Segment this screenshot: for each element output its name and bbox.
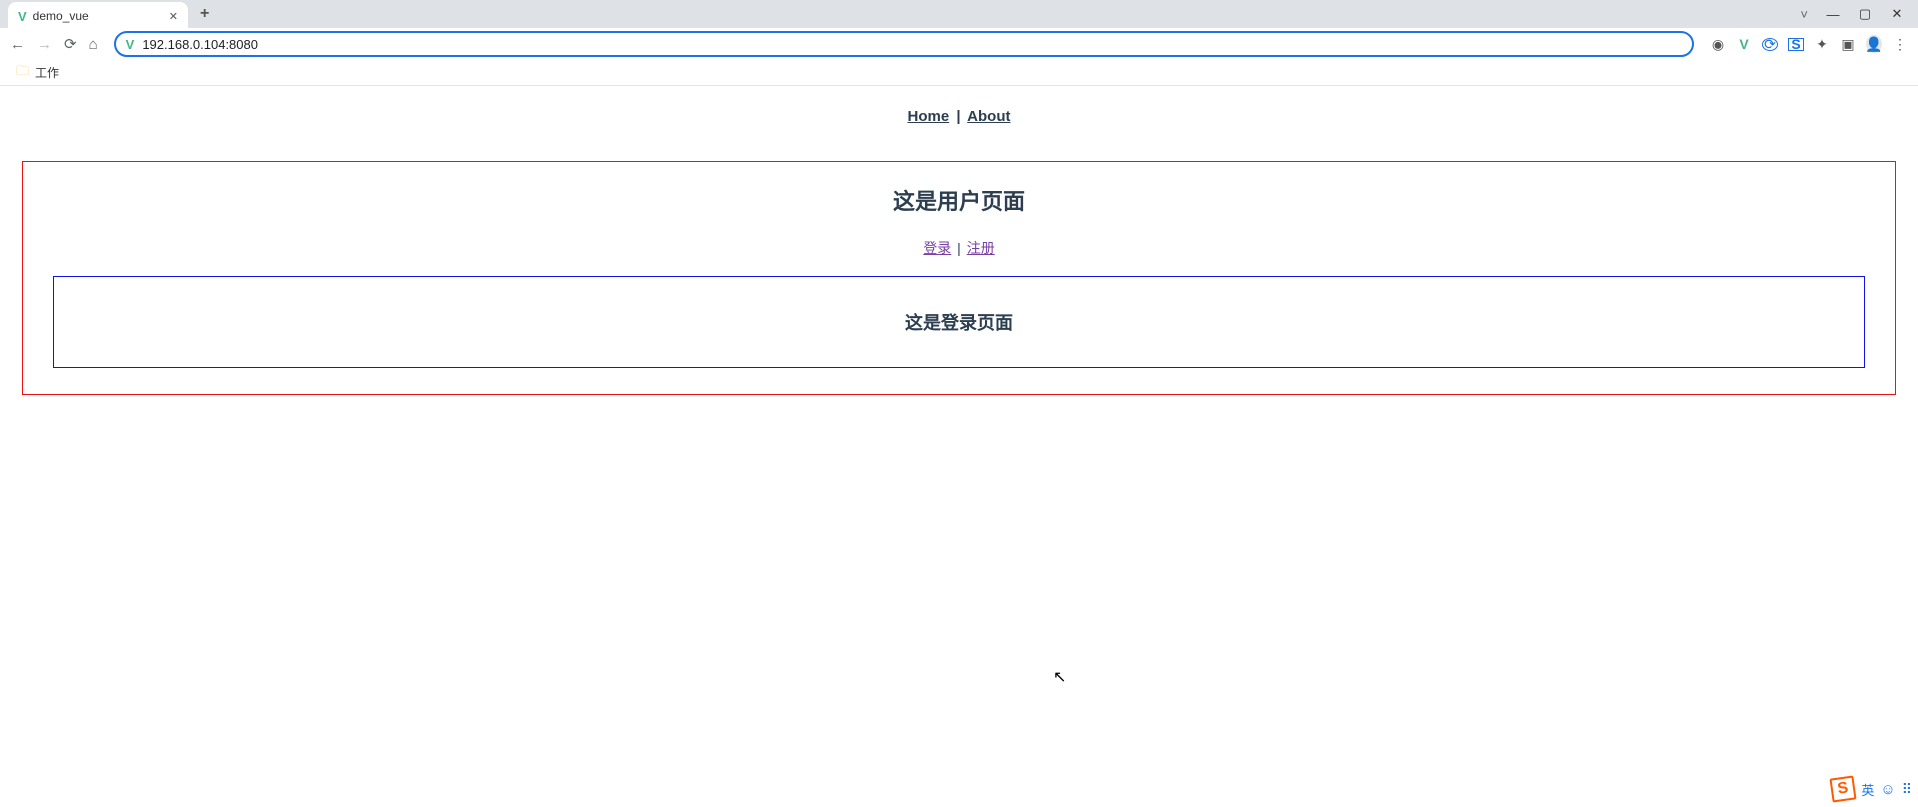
bookmarks-bar: 🗀 工作 <box>0 60 1918 86</box>
user-page-heading: 这是用户页面 <box>53 184 1865 216</box>
login-page-heading: 这是登录页面 <box>74 309 1844 335</box>
register-link[interactable]: 注册 <box>967 240 995 256</box>
user-page-box: 这是用户页面 登录 | 注册 这是登录页面 <box>22 161 1896 395</box>
auth-nav: 登录 | 注册 <box>53 238 1865 258</box>
nav-separator: | <box>956 108 960 125</box>
kebab-menu-icon[interactable]: ⋮ <box>1892 36 1908 53</box>
window-controls: ˅ — ▢ ✕ <box>1786 6 1918 22</box>
minimize-button[interactable]: — <box>1826 7 1840 22</box>
ime-tray: S 英 ☺ ⠿ <box>1831 777 1912 801</box>
extension-circle-icon[interactable]: ⟳ <box>1762 38 1778 51</box>
tab-title: demo_vue <box>33 9 89 23</box>
chevron-down-icon[interactable]: ˅ <box>1800 7 1808 22</box>
extensions-puzzle-icon[interactable]: ✦ <box>1814 36 1830 53</box>
nav-home-link[interactable]: Home <box>907 108 949 125</box>
side-panel-icon[interactable]: ▣ <box>1840 36 1856 53</box>
login-page-box: 这是登录页面 <box>53 276 1865 368</box>
maximize-button[interactable]: ▢ <box>1858 6 1872 22</box>
ime-language[interactable]: 英 <box>1861 780 1874 799</box>
site-favicon-icon: V <box>126 37 135 52</box>
vue-icon: V <box>18 9 27 24</box>
mouse-cursor-icon: ↖ <box>1053 667 1066 687</box>
back-button[interactable]: ← <box>10 36 25 53</box>
toolbar: ← → ⟳ ⌂ V ◉ V ⟳ S ✦ ▣ 👤 ⋮ <box>0 28 1918 60</box>
reload-button[interactable]: ⟳ <box>64 35 77 53</box>
close-tab-icon[interactable]: ✕ <box>169 10 178 23</box>
auth-separator: | <box>957 240 961 256</box>
extension-icon[interactable]: ◉ <box>1710 36 1726 53</box>
nav-about-link[interactable]: About <box>967 108 1010 125</box>
vue-devtools-icon[interactable]: V <box>1736 36 1752 52</box>
folder-icon: 🗀 <box>16 62 29 84</box>
address-bar[interactable]: V <box>114 31 1694 57</box>
sogou-ime-icon[interactable]: S <box>1830 775 1857 802</box>
url-input[interactable] <box>142 37 1682 52</box>
page-content: Home | About 这是用户页面 登录 | 注册 这是登录页面 <box>0 86 1918 417</box>
extension-s-icon[interactable]: S <box>1788 38 1804 51</box>
top-nav: Home | About <box>10 108 1908 125</box>
ime-emoji-icon[interactable]: ☺ <box>1880 781 1895 798</box>
close-window-button[interactable]: ✕ <box>1890 6 1904 22</box>
browser-chrome: V demo_vue ✕ + ˅ — ▢ ✕ ← → ⟳ ⌂ V ◉ V ⟳ S… <box>0 0 1918 86</box>
ime-grid-icon[interactable]: ⠿ <box>1902 781 1912 798</box>
tab-bar: V demo_vue ✕ + ˅ — ▢ ✕ <box>0 0 1918 28</box>
extension-icons: ◉ V ⟳ S ✦ ▣ 👤 ⋮ <box>1710 35 1908 53</box>
browser-tab[interactable]: V demo_vue ✕ <box>8 2 188 30</box>
bookmark-item[interactable]: 工作 <box>35 64 59 81</box>
forward-button: → <box>37 36 52 53</box>
new-tab-button[interactable]: + <box>200 5 209 23</box>
nav-arrows: ← → ⟳ ⌂ <box>10 35 98 53</box>
home-button[interactable]: ⌂ <box>89 36 98 53</box>
login-link[interactable]: 登录 <box>923 240 951 256</box>
profile-avatar[interactable]: 👤 <box>1866 35 1882 53</box>
